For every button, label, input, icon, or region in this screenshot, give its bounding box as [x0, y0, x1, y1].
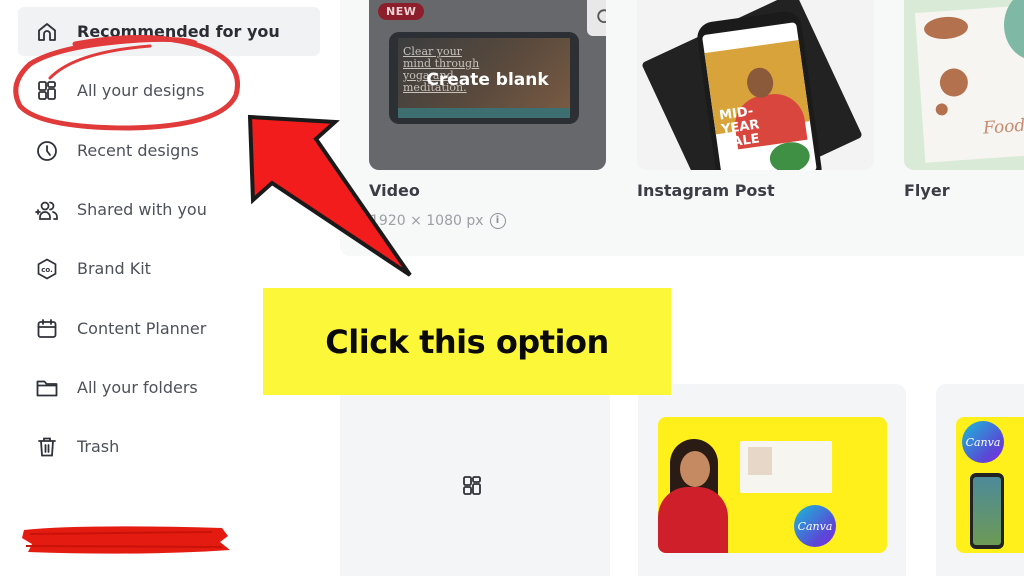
sidebar-item-label: Brand Kit — [77, 259, 151, 278]
sidebar-item-label: All your designs — [77, 81, 205, 100]
sidebar-item-label: Content Planner — [77, 319, 207, 338]
redaction-brush-stroke — [22, 526, 230, 554]
design-card-title[interactable]: Instagram Post — [637, 181, 775, 200]
sidebar-item-shared[interactable]: Shared with you — [18, 185, 320, 234]
design-card-title[interactable]: Flyer — [904, 181, 950, 200]
create-blank-label: Create blank — [426, 70, 549, 90]
instruction-callout: Click this option — [263, 288, 671, 395]
grid-icon — [34, 78, 60, 104]
canva-logo-badge: Canva — [962, 421, 1004, 463]
folder-icon — [34, 375, 60, 401]
sidebar-item-label: Recent designs — [77, 141, 199, 160]
trash-icon — [34, 434, 60, 460]
sidebar-item-label: Shared with you — [77, 200, 207, 219]
search-icon — [597, 9, 606, 24]
design-types-panel: NEW Clear your mind through yoga and med… — [340, 0, 1024, 256]
sidebar-item-recent-designs[interactable]: Recent designs — [18, 126, 320, 175]
design-card-instagram-post[interactable]: MID-YEAR SALE — [637, 0, 874, 170]
flyer-preview-text: Food — [982, 115, 1024, 139]
clock-icon — [34, 138, 60, 164]
design-card-dimensions: 1920 × 1080 px i — [370, 213, 506, 229]
sale-text: MID-YEAR SALE — [718, 104, 761, 152]
calendar-icon — [34, 316, 60, 342]
recent-design-thumbnail[interactable]: Canva — [956, 417, 1024, 553]
business-card-mockup — [740, 441, 832, 493]
grid-icon — [463, 476, 481, 495]
sidebar-item-recommended[interactable]: Recommended for you — [18, 7, 320, 56]
design-card-title[interactable]: Video — [369, 181, 420, 200]
info-icon[interactable]: i — [489, 213, 506, 229]
sidebar-item-brand-kit[interactable]: co. Brand Kit — [18, 244, 320, 293]
home-icon — [34, 19, 60, 45]
new-badge: NEW — [378, 3, 425, 20]
sidebar-item-label: Trash — [77, 437, 120, 456]
sidebar-item-label: Recommended for you — [77, 22, 280, 41]
recent-design-thumbnail[interactable]: Canva — [658, 417, 887, 553]
search-button[interactable] — [587, 0, 606, 36]
canva-logo-badge: Canva — [794, 505, 836, 547]
sidebar-item-label: All your folders — [77, 378, 198, 397]
sidebar-item-all-designs[interactable]: All your designs — [18, 66, 320, 115]
design-card-video[interactable]: NEW Clear your mind through yoga and med… — [369, 0, 606, 170]
brand-kit-icon: co. — [34, 256, 60, 282]
design-card-flyer[interactable]: Food — [904, 0, 1024, 170]
svg-text:co.: co. — [41, 266, 53, 274]
shared-users-icon — [34, 197, 60, 223]
sidebar-item-trash[interactable]: Trash — [18, 422, 320, 471]
callout-text: Click this option — [325, 322, 609, 361]
